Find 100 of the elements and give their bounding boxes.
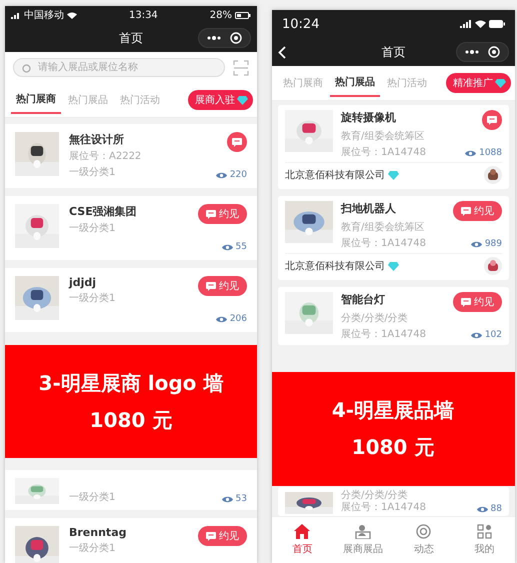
meet-button[interactable]: 约见 [198,276,247,296]
eye-icon [222,496,233,502]
capsule-button[interactable] [198,28,251,48]
promo-button[interactable]: 精准推广 [446,73,511,93]
meet-button[interactable]: 约见 [198,204,247,224]
battery-icon [235,12,251,18]
exhibitor-card[interactable]: Brenntag 一级分类1 约见 [5,518,257,563]
home-icon [294,524,310,539]
booth-number: 展位号：1A14748 [341,502,428,514]
exhibitor-card[interactable]: 無往设计所 展位号：A2222 一级分类1 220 [5,124,257,188]
exhibitor-name: jdjdj [69,276,98,289]
booth-number: 展位号：1A14748 [341,237,428,250]
close-target-icon [230,32,242,44]
category-label: 一级分类1 [69,292,116,305]
exhibitor-name: CSE强湘集团 [69,204,138,219]
capsule-button[interactable] [456,42,509,62]
eye-icon [470,332,482,338]
promo-button[interactable]: 展商入驻 [188,90,253,110]
meet-button[interactable]: 约见 [198,526,247,546]
view-count: 1088 [479,148,502,158]
more-icon [465,50,479,54]
page-title: 首页 [382,44,406,60]
category-label: 教育/组委会统筹区 [341,220,426,234]
wifi-icon [475,20,486,28]
category-label: 教育/组委会统筹区 [341,130,426,143]
nav-item[interactable]: 首页 [272,517,333,563]
signal-icon [460,20,472,28]
company-name: 北京意佰科技有限公司 [285,168,385,182]
nav-item[interactable]: 展商展品 [332,517,394,563]
view-count: 206 [230,314,247,324]
chat-button[interactable] [227,132,247,152]
wifi-icon [67,12,77,18]
product-card[interactable]: 分类/分类/分类 展位号：1A14748 88 [278,487,509,516]
chat-icon [232,138,242,146]
tab[interactable]: 热门活动 [382,70,432,96]
banner-text: 1080 元 [352,434,434,461]
chat-icon [461,298,471,306]
eye-icon [216,172,227,178]
view-count: 53 [236,494,247,504]
category-label: 分类/分类/分类 [341,312,409,325]
aperture-icon [416,524,432,539]
exhibitor-name: Brenntag [69,526,128,539]
chat-icon [206,282,216,290]
category-label: 一级分类1 [69,492,116,504]
category-label: 一级分类1 [69,222,116,235]
booth-number: 展位号：1A14748 [341,146,428,159]
product-name: 扫地机器人 [341,201,397,216]
company-name: 北京意佰科技有限公司 [285,260,385,273]
category-label: 一级分类1 [69,542,116,555]
nav-item[interactable]: 动态 [394,517,454,563]
product-card[interactable]: 扫地机器人 教育/组委会统筹区 展位号：1A14748 约见 989 北京意佰科技有限公司 [278,196,509,280]
eye-icon [216,316,227,322]
status-time: 10:24 [282,16,320,32]
view-count: 989 [484,239,502,249]
search-field[interactable]: 请输入展品或展位名称 [13,58,225,77]
diamond-icon [495,78,506,88]
eye-icon [465,150,476,156]
diamond-icon [237,96,248,104]
grid-icon [477,524,492,539]
exhibitor-card[interactable]: CSE强湘集团 一级分类1 约见 55 [5,196,257,260]
booth-number: 展位号：1A14748 [341,328,428,341]
product-card[interactable]: 旋转摄像机 教育/组委会统筹区 展位号：1A14748 1088 北京意佰科技有限公司 [278,105,509,189]
tab[interactable]: 热门活动 [115,87,165,113]
exhibitor-name: 無往设计所 [69,132,125,147]
tab[interactable]: 热门展商 [278,70,328,96]
tab[interactable]: 热门展品 [330,69,380,97]
eye-icon [470,240,482,248]
exhibitor-card[interactable]: jdjdj 一级分类1 约见 206 [5,268,257,332]
banner-text: 3-明星展商 logo 墙 [38,370,224,396]
chat-icon [206,210,216,218]
status-time: 13:34 [128,10,158,20]
product-name: 智能台灯 [341,292,386,307]
view-count: 220 [230,170,247,180]
back-icon[interactable] [278,46,286,58]
battery-icon [489,20,505,28]
chat-button[interactable] [482,110,502,130]
meet-button[interactable]: 约见 [453,201,502,221]
category-label: 一级分类1 [69,166,116,179]
page-title: 首页 [119,30,143,46]
search-icon [22,64,32,74]
product-card[interactable]: 智能台灯 分类/分类/分类 展位号：1A14748 约见 102 [278,287,509,345]
banner-text: 1080 元 [90,406,172,434]
exhibitor-card[interactable]: 一级分类1 53 [5,470,257,510]
view-count: 102 [484,330,502,340]
chat-icon [487,116,497,124]
battery-percent: 28% [210,10,232,20]
tab[interactable]: 热门展品 [63,87,113,113]
chat-icon [206,532,216,540]
diamond-icon [388,170,399,180]
eye-icon [222,244,233,250]
more-icon [207,36,221,40]
nav-item[interactable]: 我的 [454,517,515,563]
meet-button[interactable]: 约见 [453,292,502,312]
view-count: 88 [490,504,502,514]
category-label: 分类/分类/分类 [341,490,409,502]
diamond-icon [388,262,399,270]
person-card-icon [355,524,372,539]
tab[interactable]: 热门展商 [11,86,61,114]
banner-text: 4-明星展品墙 [332,397,454,424]
eye-icon [476,506,488,512]
